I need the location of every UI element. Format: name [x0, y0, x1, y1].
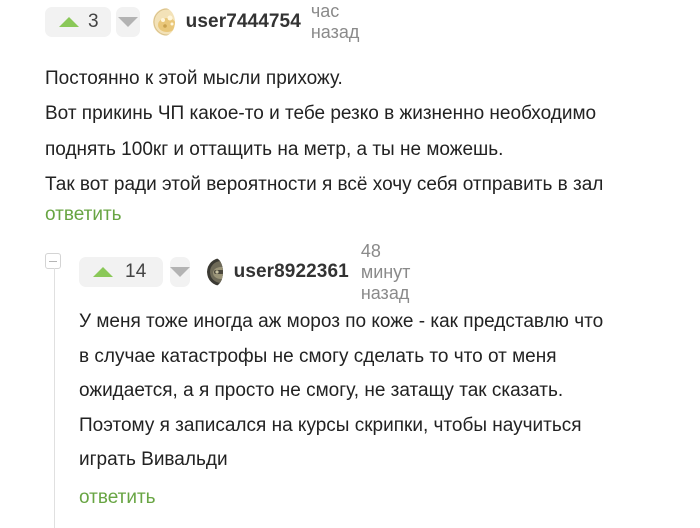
collapse-thread-button[interactable] — [45, 253, 61, 269]
thread-line[interactable] — [54, 268, 55, 528]
upvote-button[interactable]: 14 — [79, 257, 163, 287]
comment-line: Постоянно к этой мысли прихожу. — [45, 68, 343, 89]
comment-line: Так вот ради этой вероятности я всё хочу… — [45, 173, 604, 195]
arrow-up-icon — [59, 17, 79, 27]
arrow-down-icon — [169, 267, 190, 277]
username[interactable]: user8922361 — [234, 261, 349, 283]
comment-line: поднять 100кг и оттащить на метр, а ты н… — [45, 138, 504, 160]
comment-line: Вот прикинь ЧП какое-то и тебе резко в ж… — [45, 103, 597, 125]
comment-text: У меня тоже иногда аж мороз по коже - ка… — [79, 305, 689, 478]
comment-line: У меня тоже иногда аж мороз по коже - ка… — [79, 311, 604, 332]
vote-count: 14 — [125, 261, 147, 282]
arrow-down-icon — [118, 17, 139, 27]
comment-line: ожидается, а я просто не смогу, не затащ… — [79, 380, 564, 401]
avatar[interactable] — [153, 8, 175, 36]
comment-text: Постоянно к этой мысли прихожу. Вот прик… — [45, 61, 700, 202]
vote-count: 3 — [88, 11, 99, 32]
timestamp[interactable]: час назад — [311, 1, 374, 43]
comment-line: в случае катастрофы не смогу сделать то … — [79, 345, 557, 367]
reply-link[interactable]: ответить — [79, 487, 156, 509]
comment-header: 3 user7444754 час назад — [45, 1, 374, 42]
comment-line: играть Вивальди — [79, 449, 228, 470]
reply-link[interactable]: ответить — [45, 204, 122, 226]
minus-icon — [49, 260, 57, 262]
comment-header: 14 user8922361 48 минут назад — [79, 241, 434, 303]
upvote-button[interactable]: 3 — [45, 7, 111, 37]
avatar[interactable] — [206, 258, 223, 286]
downvote-button[interactable] — [115, 7, 141, 37]
username[interactable]: user7444754 — [186, 11, 301, 33]
comment-line: Поэтому я записался на курсы скрипки, чт… — [79, 414, 582, 436]
timestamp[interactable]: 48 минут назад — [361, 241, 435, 304]
downvote-button[interactable] — [169, 257, 190, 287]
arrow-up-icon — [93, 267, 113, 277]
